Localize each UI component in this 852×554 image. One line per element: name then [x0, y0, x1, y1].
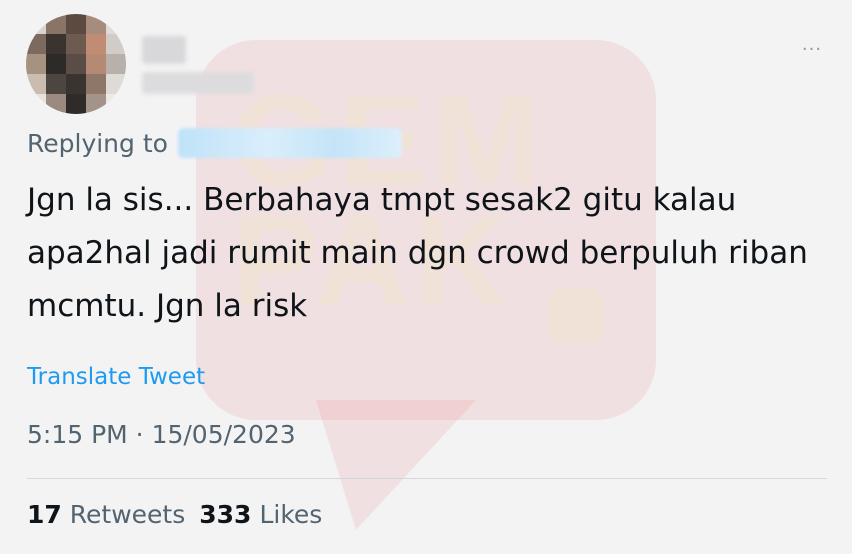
watermark-tail	[316, 400, 476, 530]
avatar[interactable]	[26, 14, 126, 114]
tweet-stats: 17 Retweets 333 Likes	[27, 500, 322, 529]
tweet-card: GEM PAK ··· Replying to Jgn la sis... Be…	[0, 0, 852, 554]
more-horizontal-icon: ···	[801, 38, 823, 60]
more-options-button[interactable]: ···	[792, 36, 832, 62]
replying-to: Replying to	[27, 128, 402, 158]
retweets-label: Retweets	[69, 500, 186, 529]
tweet-timestamp[interactable]: 5:15 PM · 15/05/2023	[27, 420, 296, 449]
likes-label: Likes	[259, 500, 323, 529]
username-blur	[142, 72, 254, 94]
replying-to-label: Replying to	[27, 128, 168, 158]
likes-stat[interactable]: 333 Likes	[199, 500, 322, 529]
retweets-stat[interactable]: 17 Retweets	[27, 500, 185, 529]
likes-count: 333	[199, 500, 252, 529]
retweets-count: 17	[27, 500, 62, 529]
tweet-text: Jgn la sis... Berbahaya tmpt sesak2 gitu…	[27, 182, 808, 324]
divider	[27, 478, 827, 479]
replied-handle-redacted[interactable]	[177, 128, 402, 158]
display-name-blur	[142, 36, 186, 64]
translate-tweet-link[interactable]: Translate Tweet	[27, 364, 205, 390]
